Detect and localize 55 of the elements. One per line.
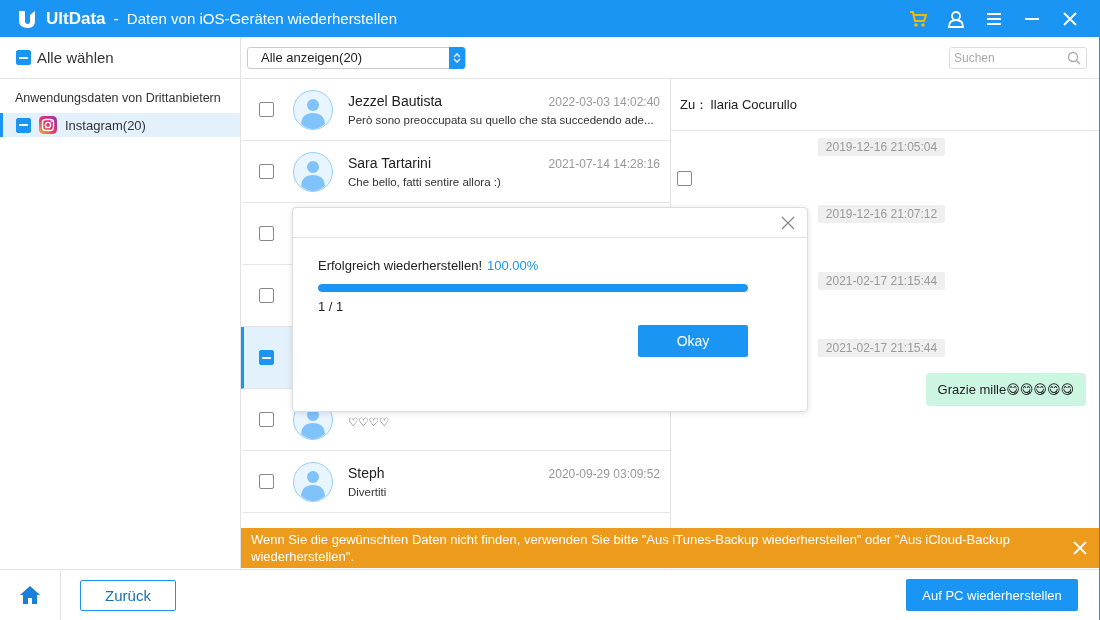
progress-count: 1 / 1 <box>318 299 344 314</box>
message-bubble: Grazie mille😋😋😋😋😋 <box>925 373 1086 406</box>
checkbox[interactable] <box>677 171 692 186</box>
message-preview: Però sono preoccupata su quello che sta succedendo ade... <box>348 114 654 126</box>
home-icon[interactable] <box>19 585 41 605</box>
message-date: 2020-09-29 03:09:52 <box>548 467 660 481</box>
checkbox[interactable] <box>259 474 274 489</box>
message-timestamp: 2019-12-16 21:07:12 <box>817 205 946 223</box>
checkbox[interactable] <box>16 50 31 65</box>
checkbox[interactable] <box>259 412 274 427</box>
conversation-row[interactable]: Jezzel Bautista 2022-03-03 14:02:40 Però sono preoccupata su quello che sta succedendo ade... <box>241 79 670 141</box>
sidebar-item[interactable]: Instagram(20) <box>0 113 240 137</box>
updown-icon <box>453 51 461 64</box>
message-preview: Che bello, fatti sentire allora :) <box>348 176 501 188</box>
avatar-icon <box>293 461 333 502</box>
checkbox[interactable] <box>259 102 274 117</box>
status-message: Erfolgreich wiederherstellen! <box>318 258 483 273</box>
contact-name: Sara Tartarini <box>348 155 431 171</box>
section-heading: Anwendungsdaten von Drittanbietern <box>14 90 222 107</box>
title-separator: - <box>113 9 119 28</box>
checkbox[interactable] <box>259 288 274 303</box>
window-title: Daten von iOS-Geräten wiederherstellen <box>126 10 398 27</box>
camera-icon <box>39 116 57 134</box>
message-timestamp: 2021-02-17 21:15:44 <box>817 272 946 290</box>
cart-icon[interactable] <box>909 9 927 28</box>
search-icon <box>1067 50 1081 65</box>
progress-percent: 100.00% <box>487 258 539 273</box>
contact-name: Jezzel Bautista <box>348 93 443 109</box>
checkbox[interactable] <box>259 164 274 179</box>
filter-dropdown[interactable]: Alle anzeigen(20) <box>247 46 466 69</box>
recipient-label: Zu： <box>680 95 709 114</box>
recipient-name: Ilaria Cocurullo <box>710 97 797 112</box>
close-icon[interactable] <box>1061 9 1079 28</box>
message-date: 2021-07-14 14:28:16 <box>548 157 660 171</box>
message-preview: ♡♡♡♡ <box>348 415 390 429</box>
checkbox[interactable] <box>259 350 274 365</box>
app-name: UltData <box>46 8 106 29</box>
checkbox[interactable] <box>259 226 274 241</box>
conversation-row[interactable]: Steph 2020-09-29 03:09:52 Divertiti <box>241 451 670 513</box>
message-timestamp: 2021-02-17 21:15:44 <box>817 339 946 357</box>
search-field[interactable]: Suchen <box>949 46 1087 69</box>
message-preview: Divertiti <box>348 486 387 498</box>
message-timestamp: 2019-12-16 21:05:04 <box>817 138 946 156</box>
sidebar-item-label: Instagram(20) <box>65 117 146 133</box>
user-icon[interactable] <box>947 9 965 28</box>
avatar-icon <box>293 89 333 130</box>
back-button[interactable]: Zurück <box>80 579 176 611</box>
message-date: 2022-03-03 14:02:40 <box>548 95 660 109</box>
checkbox[interactable] <box>16 117 31 133</box>
close-icon[interactable] <box>781 215 795 230</box>
conversation-row[interactable]: Sara Tartarini 2021-07-14 14:28:16 Che bello, fatti sentire allora :) <box>241 141 670 203</box>
select-all-label: Alle wählen <box>37 49 114 66</box>
contact-name: Steph <box>348 465 385 481</box>
notice-text: Wenn Sie die gewünschten Daten nicht finden, verwenden Sie bitte "Aus iTunes-Backup wiederherstellen" oder "Aus iCloud-Backup wiederherstellen". <box>251 531 1011 565</box>
avatar-icon <box>293 151 333 192</box>
